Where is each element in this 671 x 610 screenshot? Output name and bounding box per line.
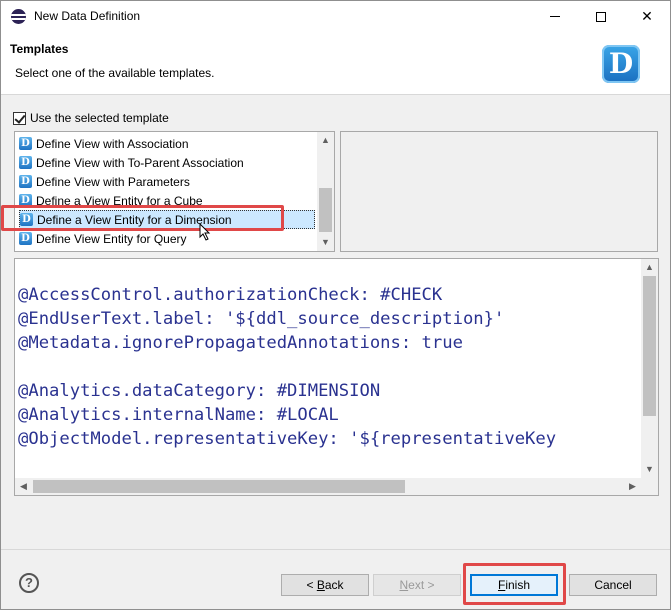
back-prefix: < bbox=[306, 578, 317, 592]
template-description-panel bbox=[340, 131, 658, 252]
ddl-template-icon: D bbox=[19, 156, 32, 169]
scrollbar-thumb[interactable] bbox=[33, 480, 405, 493]
page-title: Templates bbox=[10, 42, 69, 56]
selection-highlight-annotation bbox=[1, 205, 284, 231]
title-bar: New Data Definition ✕ bbox=[1, 1, 670, 32]
scroll-left-icon[interactable]: ◀ bbox=[15, 478, 32, 495]
use-template-checkbox-row[interactable]: Use the selected template bbox=[13, 110, 169, 126]
list-item-label: Define View with Association bbox=[36, 136, 189, 151]
ddl-template-icon: D bbox=[19, 137, 32, 150]
back-button[interactable]: < Back bbox=[281, 574, 369, 596]
finish-highlight-annotation bbox=[463, 563, 566, 605]
mouse-cursor-icon bbox=[199, 223, 211, 241]
page-description: Select one of the available templates. bbox=[15, 66, 215, 80]
footer-divider bbox=[1, 549, 670, 550]
code-vertical-scrollbar[interactable]: ▲ ▼ bbox=[641, 259, 658, 478]
minimize-button[interactable] bbox=[532, 1, 578, 32]
scrollbar-thumb[interactable] bbox=[643, 276, 656, 416]
scroll-up-icon[interactable]: ▲ bbox=[641, 259, 658, 276]
scroll-up-icon[interactable]: ▲ bbox=[317, 132, 334, 149]
list-item-label: Define View with To-Parent Association bbox=[36, 155, 244, 170]
code-line: @Analytics.dataCategory: #DIMENSION bbox=[18, 381, 381, 401]
next-mnemonic: N bbox=[399, 578, 409, 592]
scrollbar-thumb[interactable] bbox=[319, 188, 332, 232]
code-line: @Analytics.internalName: #LOCAL bbox=[18, 405, 339, 425]
list-item[interactable]: D Define View with Association bbox=[19, 134, 315, 153]
back-rest: ack bbox=[324, 578, 344, 592]
ddl-template-icon: D bbox=[19, 175, 32, 188]
help-icon[interactable]: ? bbox=[19, 573, 39, 593]
scroll-down-icon[interactable]: ▼ bbox=[641, 461, 658, 478]
list-item[interactable]: D Define View with To-Parent Association bbox=[19, 153, 315, 172]
template-code-preview: @AccessControl.authorizationCheck: #CHEC… bbox=[14, 258, 659, 496]
code-line: @ObjectModel.representativeKey: '${repre… bbox=[18, 429, 557, 449]
close-icon: ✕ bbox=[641, 8, 653, 24]
close-button[interactable]: ✕ bbox=[624, 1, 670, 32]
list-item[interactable]: D Define View Entity for Query bbox=[19, 229, 315, 248]
next-rest: ext > bbox=[408, 578, 435, 592]
use-template-label: Use the selected template bbox=[30, 111, 169, 125]
maximize-button[interactable] bbox=[578, 1, 624, 32]
list-item-label: Define View Entity for Query bbox=[36, 231, 187, 246]
maximize-icon bbox=[596, 11, 606, 22]
next-button[interactable]: Next > bbox=[373, 574, 461, 596]
scroll-down-icon[interactable]: ▼ bbox=[317, 234, 334, 251]
scroll-right-icon[interactable]: ▶ bbox=[624, 478, 641, 495]
code-line: @Metadata.ignorePropagatedAnnotations: t… bbox=[18, 333, 463, 353]
template-list[interactable]: D Define View with Association D Define … bbox=[14, 131, 335, 252]
code-horizontal-scrollbar[interactable]: ◀ ▶ bbox=[15, 478, 641, 495]
data-definition-logo-icon: D bbox=[602, 45, 640, 83]
code-line: @EndUserText.label: '${ddl_source_descri… bbox=[18, 309, 505, 329]
back-mnemonic: B bbox=[316, 578, 325, 592]
wizard-header: Templates Select one of the available te… bbox=[1, 32, 670, 95]
window-title: New Data Definition bbox=[34, 9, 141, 23]
list-item-label: Define View with Parameters bbox=[36, 174, 190, 189]
use-template-checkbox[interactable] bbox=[13, 111, 26, 125]
dialog-window: New Data Definition ✕ Templates Select o… bbox=[0, 0, 671, 610]
ddl-template-icon: D bbox=[19, 232, 32, 245]
eclipse-app-icon bbox=[11, 9, 26, 24]
code-line: @AccessControl.authorizationCheck: #CHEC… bbox=[18, 285, 443, 305]
scrollbar-corner bbox=[641, 478, 658, 495]
cancel-button[interactable]: Cancel bbox=[569, 574, 657, 596]
template-list-scrollbar[interactable]: ▲ ▼ bbox=[317, 132, 334, 251]
list-item[interactable]: D Define View with Parameters bbox=[19, 172, 315, 191]
minimize-icon bbox=[550, 16, 560, 17]
